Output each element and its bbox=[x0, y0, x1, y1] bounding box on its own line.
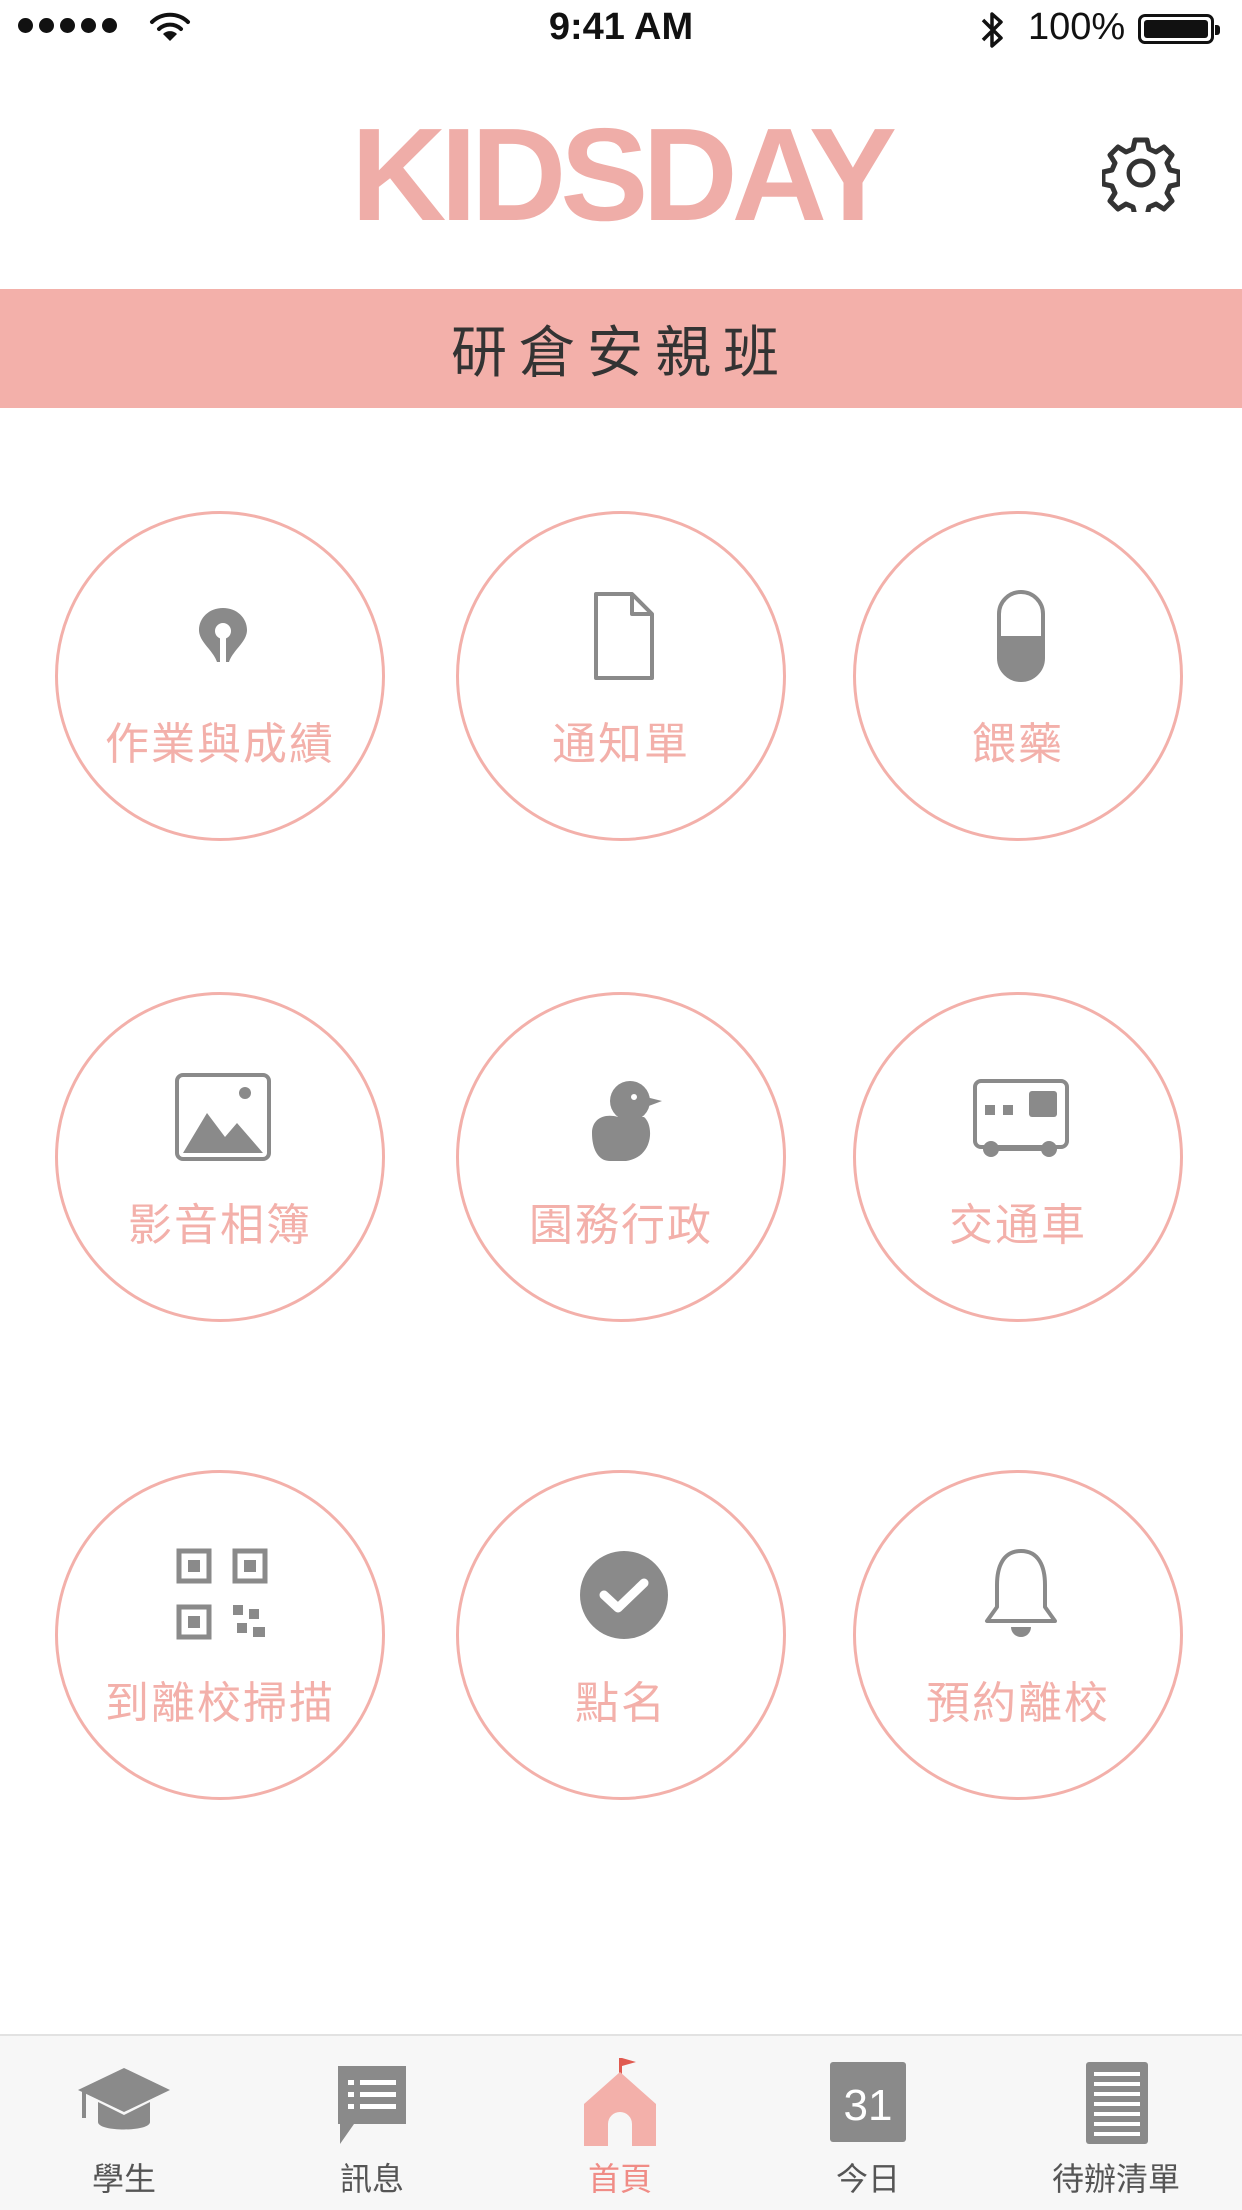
grid-item-label: 影音相簿 bbox=[128, 1200, 312, 1251]
grid-item-admin[interactable]: 園務行政 bbox=[456, 992, 786, 1322]
grid-item-pickup-booking[interactable]: 預約離校 bbox=[853, 1470, 1183, 1800]
tab-students[interactable]: 學生 bbox=[0, 2036, 248, 2210]
grid-item-roll-call[interactable]: 點名 bbox=[456, 1470, 786, 1800]
tab-todo-list[interactable]: 待辦清單 bbox=[992, 2036, 1240, 2210]
pill-icon bbox=[997, 590, 1045, 682]
qr-code-icon bbox=[176, 1548, 268, 1640]
list-icon bbox=[1086, 2062, 1148, 2144]
banner-title: 研倉安親班 bbox=[451, 321, 791, 386]
grid-item-label: 通知單 bbox=[552, 719, 690, 770]
app-logo: KIDSDAY bbox=[351, 101, 897, 248]
bell-icon bbox=[985, 1549, 1057, 1637]
grid-item-checkin-scan[interactable]: 到離校掃描 bbox=[55, 1470, 385, 1800]
tab-label: 待辦清單 bbox=[1051, 2160, 1180, 2198]
tab-bar: 學生 訊息 首頁 31 今日 待辦清單 bbox=[0, 2034, 1242, 2210]
document-icon bbox=[594, 592, 654, 680]
grid-item-label: 預約離校 bbox=[926, 1678, 1110, 1729]
check-circle-icon bbox=[580, 1551, 668, 1639]
tab-label: 學生 bbox=[91, 2160, 156, 2198]
bus-icon bbox=[973, 1079, 1069, 1157]
status-bar: 9:41 AM 100% bbox=[0, 0, 1242, 58]
home-flag-icon bbox=[584, 2058, 656, 2146]
battery-icon bbox=[1138, 14, 1220, 44]
tab-messages[interactable]: 訊息 bbox=[248, 2036, 496, 2210]
grid-item-label: 園務行政 bbox=[529, 1200, 713, 1251]
duck-icon bbox=[592, 1081, 662, 1161]
pen-nib-icon bbox=[199, 608, 247, 662]
calendar-icon: 31 bbox=[830, 2062, 906, 2142]
bluetooth-icon bbox=[981, 12, 1003, 48]
tab-home[interactable]: 首頁 bbox=[496, 2036, 744, 2210]
graduation-cap-icon bbox=[78, 2068, 170, 2130]
grid-item-homework[interactable]: 作業與成績 bbox=[55, 511, 385, 841]
calendar-day: 31 bbox=[844, 2081, 893, 2130]
tab-label: 訊息 bbox=[339, 2160, 404, 2198]
tab-label: 今日 bbox=[835, 2160, 900, 2198]
tab-today[interactable]: 31 今日 bbox=[744, 2036, 992, 2210]
grid-item-medicine[interactable]: 餵藥 bbox=[853, 511, 1183, 841]
grid-item-school-bus[interactable]: 交通車 bbox=[853, 992, 1183, 1322]
grid-item-album[interactable]: 影音相簿 bbox=[55, 992, 385, 1322]
grid-item-label: 點名 bbox=[575, 1678, 667, 1729]
grid-item-label: 餵藥 bbox=[972, 719, 1064, 770]
grid-item-label: 作業與成績 bbox=[105, 719, 335, 770]
photo-icon bbox=[175, 1073, 271, 1161]
grid-item-label: 到離校掃描 bbox=[105, 1678, 335, 1729]
message-icon bbox=[338, 2066, 406, 2144]
tab-label: 首頁 bbox=[587, 2160, 652, 2198]
gear-icon[interactable] bbox=[1102, 134, 1180, 212]
grid-item-notice[interactable]: 通知單 bbox=[456, 511, 786, 841]
school-banner: 研倉安親班 bbox=[0, 289, 1242, 408]
grid-item-label: 交通車 bbox=[949, 1200, 1087, 1251]
battery-percent: 100% bbox=[1028, 6, 1126, 48]
